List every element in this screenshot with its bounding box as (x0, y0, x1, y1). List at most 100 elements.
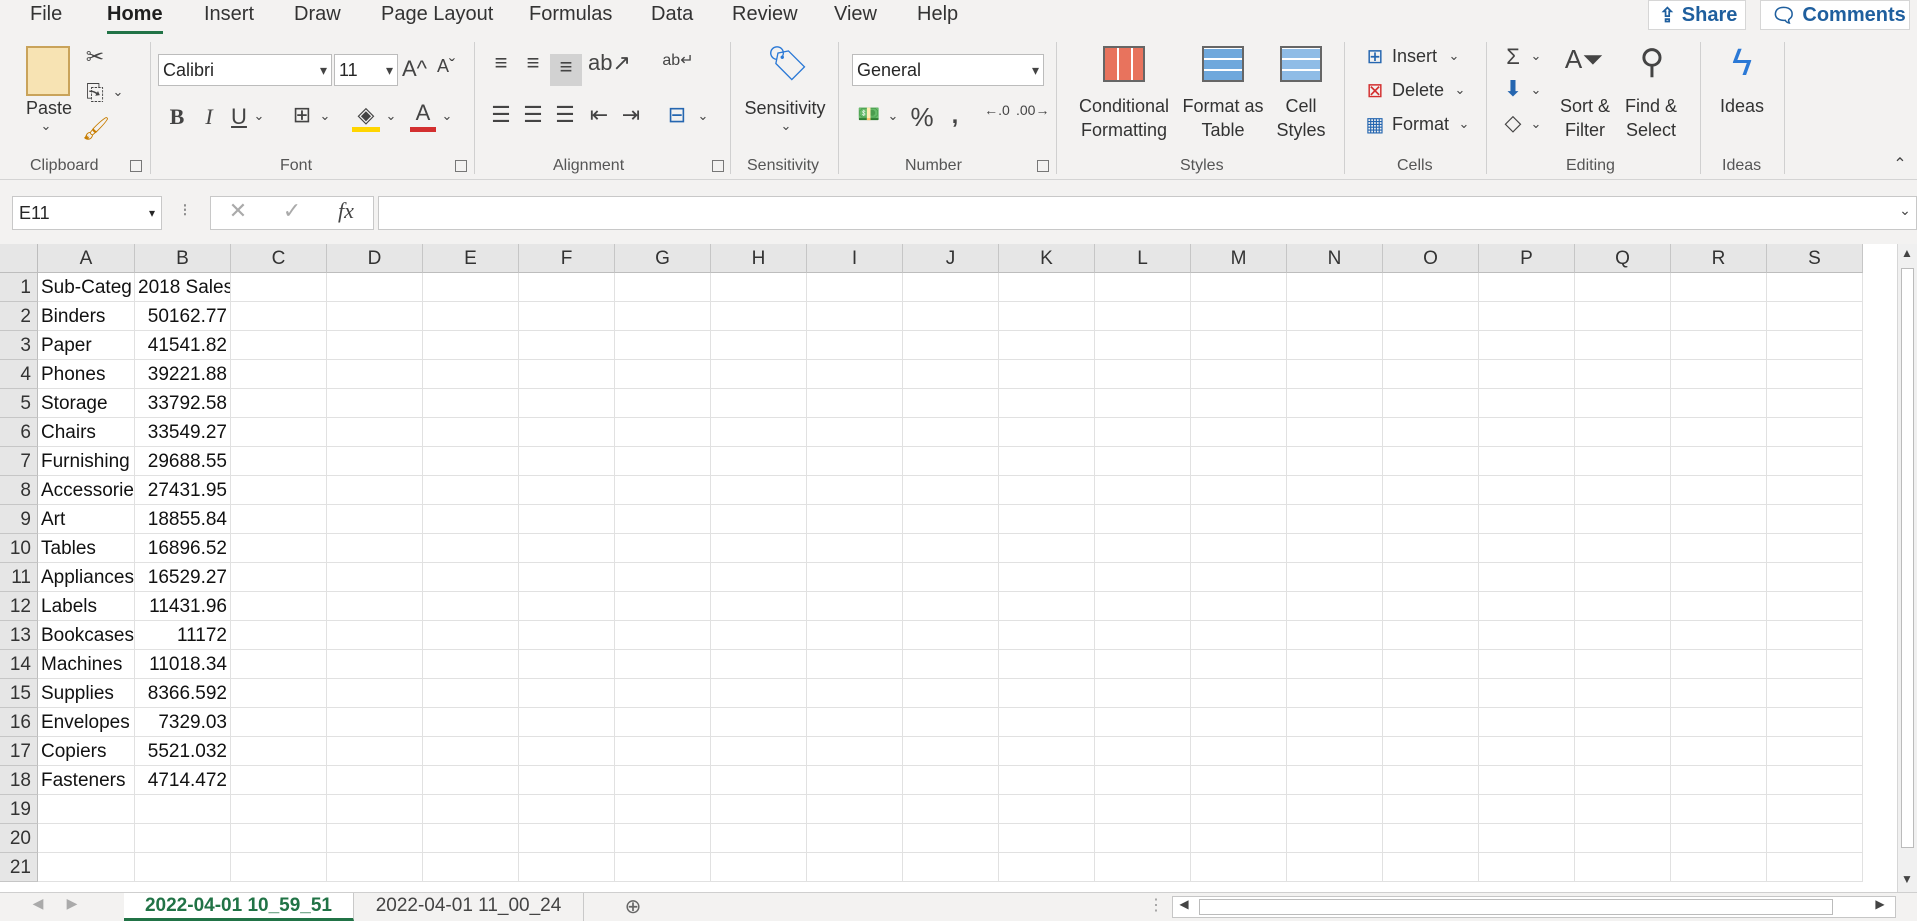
cell[interactable]: 8366.592 (135, 679, 231, 708)
scroll-left-icon[interactable]: ◀ (1177, 897, 1191, 911)
cell[interactable] (423, 505, 519, 534)
scroll-right-icon[interactable]: ▶ (1873, 897, 1887, 911)
cell[interactable] (231, 534, 327, 563)
chevron-down-icon[interactable]: ⌄ (776, 118, 796, 134)
cell[interactable] (1479, 389, 1575, 418)
cell[interactable] (711, 476, 807, 505)
cell[interactable] (1767, 389, 1863, 418)
column-header-s[interactable]: S (1767, 244, 1863, 273)
column-header-c[interactable]: C (231, 244, 327, 273)
next-sheet-icon[interactable]: ▶ (64, 895, 80, 912)
cell[interactable] (1479, 476, 1575, 505)
cell[interactable] (231, 795, 327, 824)
cell[interactable]: 7329.03 (135, 708, 231, 737)
align-left-icon[interactable]: ☰ (488, 102, 514, 128)
cell[interactable] (1575, 563, 1671, 592)
cell[interactable] (1767, 447, 1863, 476)
row-header[interactable]: 12 (0, 592, 38, 621)
cell[interactable] (1671, 331, 1767, 360)
prev-sheet-icon[interactable]: ◀ (30, 895, 46, 912)
cell[interactable] (38, 824, 135, 853)
cell[interactable] (1095, 650, 1191, 679)
wrap-text-icon[interactable]: ab↵ (662, 50, 694, 70)
cell[interactable] (1479, 708, 1575, 737)
formula-input[interactable] (378, 196, 1917, 230)
cell[interactable] (1575, 766, 1671, 795)
cell[interactable] (135, 824, 231, 853)
cell[interactable] (1767, 418, 1863, 447)
cell[interactable] (1671, 650, 1767, 679)
cell[interactable] (423, 534, 519, 563)
cell[interactable] (1479, 592, 1575, 621)
cell[interactable] (1575, 679, 1671, 708)
cell[interactable] (1575, 273, 1671, 302)
column-header-j[interactable]: J (903, 244, 999, 273)
cell[interactable] (615, 679, 711, 708)
row-header[interactable]: 10 (0, 534, 38, 563)
horizontal-scrollbar[interactable]: ◀ ▶ (1172, 896, 1896, 918)
cell[interactable] (1479, 447, 1575, 476)
cell[interactable] (327, 592, 423, 621)
cell[interactable]: 16529.27 (135, 563, 231, 592)
cell[interactable] (1671, 447, 1767, 476)
column-header-f[interactable]: F (519, 244, 615, 273)
increase-decimal-icon[interactable]: ←.0 (982, 102, 1012, 118)
cell[interactable] (999, 795, 1095, 824)
cell[interactable] (231, 505, 327, 534)
cell[interactable] (615, 505, 711, 534)
cell[interactable]: Copiers (38, 737, 135, 766)
cell[interactable] (1767, 853, 1863, 882)
number-launcher-icon[interactable] (1037, 160, 1049, 172)
cell[interactable] (1287, 273, 1383, 302)
cell[interactable] (1671, 592, 1767, 621)
scroll-down-icon[interactable]: ▼ (1900, 872, 1914, 886)
cell[interactable] (519, 389, 615, 418)
cell[interactable]: Machines (38, 650, 135, 679)
cell[interactable] (711, 360, 807, 389)
cell[interactable] (1287, 505, 1383, 534)
cell[interactable] (711, 534, 807, 563)
percent-icon[interactable]: % (908, 102, 936, 133)
cell[interactable] (1479, 505, 1575, 534)
underline-button[interactable]: U (228, 104, 250, 130)
cell[interactable] (1767, 679, 1863, 708)
cell[interactable]: 4714.472 (135, 766, 231, 795)
menu-insert[interactable]: Insert (204, 3, 254, 26)
cell[interactable] (807, 360, 903, 389)
row-header[interactable]: 1 (0, 273, 38, 302)
cell[interactable] (807, 708, 903, 737)
cell[interactable] (1383, 302, 1479, 331)
cell[interactable] (999, 679, 1095, 708)
cell[interactable] (231, 563, 327, 592)
chevron-down-icon[interactable]: ⌄ (1528, 82, 1544, 98)
cell[interactable] (519, 360, 615, 389)
row-header[interactable]: 8 (0, 476, 38, 505)
cell[interactable] (1287, 795, 1383, 824)
cell[interactable] (1767, 737, 1863, 766)
cell[interactable] (903, 650, 999, 679)
cell[interactable] (903, 273, 999, 302)
cell[interactable]: Sub-Categ (38, 273, 135, 302)
cell[interactable] (519, 679, 615, 708)
sort-filter-icon[interactable]: A⏷ (1562, 44, 1606, 76)
cell[interactable] (1767, 650, 1863, 679)
more-options-icon[interactable]: ⁝ (178, 200, 192, 221)
row-header[interactable]: 5 (0, 389, 38, 418)
cell[interactable] (1767, 824, 1863, 853)
cell[interactable] (615, 302, 711, 331)
cell[interactable] (1383, 418, 1479, 447)
cell[interactable] (1095, 592, 1191, 621)
vertical-scroll-thumb[interactable] (1901, 268, 1914, 848)
cell[interactable] (903, 389, 999, 418)
cell[interactable] (1383, 621, 1479, 650)
cell[interactable] (1479, 824, 1575, 853)
cell[interactable] (1095, 476, 1191, 505)
cell-styles-line2[interactable]: Styles (1270, 118, 1332, 142)
column-header-m[interactable]: M (1191, 244, 1287, 273)
cell[interactable] (903, 505, 999, 534)
cell[interactable] (1191, 737, 1287, 766)
cell[interactable] (615, 360, 711, 389)
cell[interactable] (903, 679, 999, 708)
cell[interactable] (1575, 592, 1671, 621)
cell[interactable] (1191, 331, 1287, 360)
